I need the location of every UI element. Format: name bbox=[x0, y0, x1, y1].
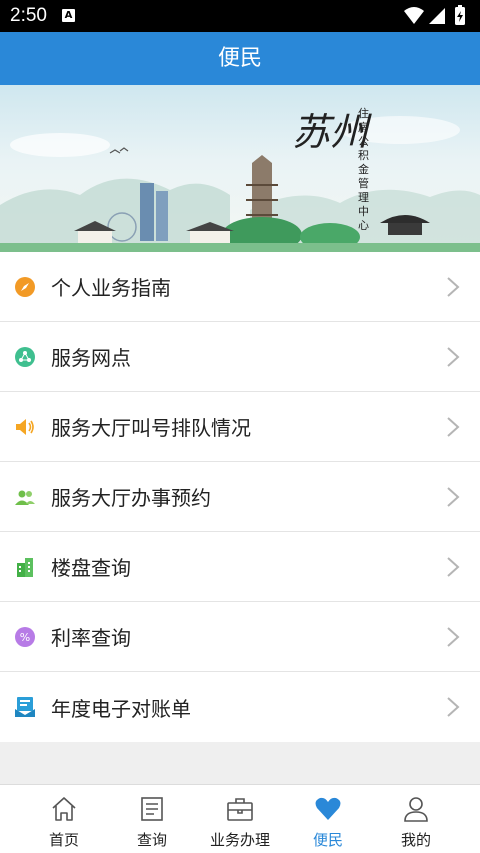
notification-icon: A bbox=[62, 9, 75, 22]
menu-item-rate-search[interactable]: % 利率查询 bbox=[0, 602, 480, 672]
menu-item-service-outlets[interactable]: 服务网点 bbox=[0, 322, 480, 392]
tab-mine[interactable]: 我的 bbox=[368, 785, 464, 853]
tab-home[interactable]: 首页 bbox=[16, 785, 112, 853]
menu-item-property-search[interactable]: 楼盘查询 bbox=[0, 532, 480, 602]
network-icon bbox=[15, 347, 35, 367]
menu-item-label: 个人业务指南 bbox=[51, 276, 171, 300]
tab-label: 查询 bbox=[136, 831, 167, 849]
banner-image: 苏州 住房公 积金管 理中心 bbox=[0, 85, 480, 252]
compass-icon bbox=[15, 277, 35, 297]
chevron-right-icon bbox=[447, 277, 460, 297]
menu-item-personal-guide[interactable]: 个人业务指南 bbox=[0, 252, 480, 322]
svg-text:中: 中 bbox=[358, 205, 369, 218]
statement-icon bbox=[15, 697, 35, 717]
building-icon bbox=[17, 558, 33, 577]
battery-icon bbox=[455, 5, 465, 25]
bottom-tab-bar: 首页 查询 业务办理 便民 我的 bbox=[0, 784, 480, 853]
system-icons bbox=[402, 5, 472, 31]
percent-icon: % bbox=[15, 627, 35, 647]
tab-label: 我的 bbox=[400, 831, 431, 849]
speaker-icon bbox=[16, 419, 34, 435]
bottom-bar bbox=[0, 849, 480, 853]
svg-text:积: 积 bbox=[358, 149, 369, 162]
svg-text:公: 公 bbox=[358, 135, 369, 148]
briefcase-icon bbox=[227, 798, 253, 821]
chevron-right-icon bbox=[447, 417, 460, 437]
tab-convenience[interactable]: 便民 bbox=[280, 785, 376, 853]
svg-text:住: 住 bbox=[358, 106, 369, 120]
menu-item-label: 服务大厅办事预约 bbox=[51, 486, 211, 510]
people-icon bbox=[15, 490, 35, 505]
menu-item-label: 年度电子对账单 bbox=[51, 696, 191, 721]
svg-text:心: 心 bbox=[358, 219, 369, 232]
status-bar: 2:50 A bbox=[0, 0, 480, 32]
chevron-right-icon bbox=[447, 347, 460, 367]
menu-item-annual-statement[interactable]: 年度电子对账单 bbox=[0, 672, 480, 742]
tab-label: 便民 bbox=[312, 831, 343, 849]
tab-label: 首页 bbox=[48, 831, 79, 849]
svg-text:管: 管 bbox=[358, 176, 369, 190]
menu-item-queue-status[interactable]: 服务大厅叫号排队情况 bbox=[0, 392, 480, 462]
svg-text:理: 理 bbox=[358, 191, 369, 204]
home-icon bbox=[52, 797, 76, 821]
tab-query[interactable]: 查询 bbox=[104, 785, 200, 853]
tab-label: 业务办理 bbox=[209, 831, 270, 849]
menu-item-label: 利率查询 bbox=[51, 626, 131, 650]
signal-icon bbox=[429, 8, 445, 24]
service-menu: 个人业务指南 服务网点 服务大厅叫号排队情况 服务大厅办事预约 楼盘查询 % 利… bbox=[0, 252, 480, 742]
wifi-icon bbox=[404, 7, 424, 24]
menu-item-label: 服务网点 bbox=[51, 346, 131, 370]
chevron-right-icon bbox=[447, 627, 460, 647]
page-title: 便民 bbox=[0, 32, 480, 85]
chevron-right-icon bbox=[447, 557, 460, 577]
svg-text:金: 金 bbox=[358, 162, 369, 176]
status-time: 2:50 bbox=[10, 5, 47, 26]
menu-item-appointment[interactable]: 服务大厅办事预约 bbox=[0, 462, 480, 532]
menu-item-label: 楼盘查询 bbox=[51, 556, 131, 580]
heart-icon bbox=[315, 797, 341, 820]
menu-item-label: 服务大厅叫号排队情况 bbox=[51, 416, 251, 440]
tab-business[interactable]: 业务办理 bbox=[192, 785, 288, 853]
chevron-right-icon bbox=[447, 697, 460, 717]
document-icon bbox=[141, 797, 163, 821]
chevron-right-icon bbox=[447, 487, 460, 507]
svg-text:房: 房 bbox=[358, 121, 369, 134]
person-icon bbox=[404, 797, 428, 822]
svg-text:%: % bbox=[20, 631, 30, 644]
